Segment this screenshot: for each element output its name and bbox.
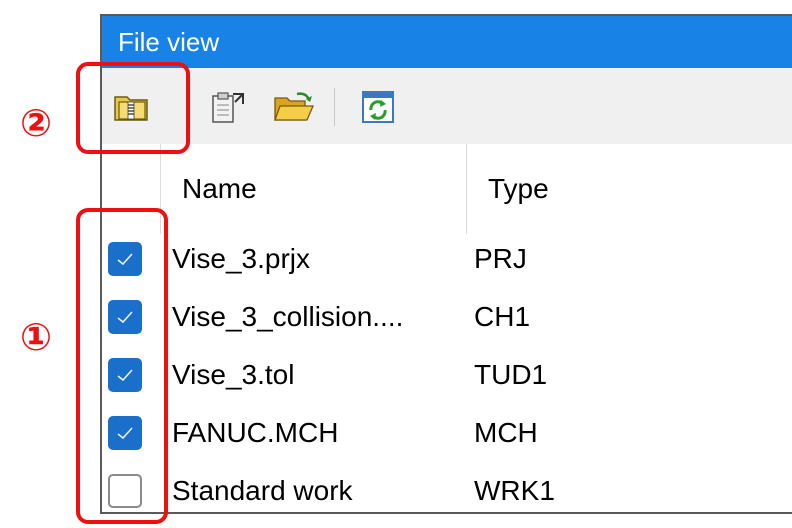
file-name: Vise_3.tol [172,359,295,390]
table-row[interactable]: Vise_3_collision.... CH1 [102,288,792,346]
column-header-name[interactable]: Name [182,144,257,234]
refresh-icon [362,91,394,123]
table-row[interactable]: Vise_3.tol TUD1 [102,346,792,404]
panel-title: File view [102,16,792,68]
table-row[interactable]: Standard work WRK1 [102,462,792,520]
toolbar [102,68,792,144]
column-header-type[interactable]: Type [488,144,549,234]
callout-2-label: ② [20,101,53,145]
file-type: CH1 [474,301,531,332]
annotation-box-toolbar [76,62,190,154]
file-view-panel: File view Name Type Vise_3.prjx PRJ Vise… [100,14,792,514]
file-name: Vise_3_collision.... [172,301,404,332]
open-folder-button[interactable] [272,88,316,126]
column-divider [466,144,467,234]
file-type: WRK1 [474,475,555,506]
file-name: Vise_3.prjx [172,243,311,274]
file-name: FANUC.MCH [172,417,339,448]
file-type: PRJ [474,243,527,274]
open-folder-icon [274,92,314,121]
table-row[interactable]: Vise_3.prjx PRJ [102,230,792,288]
callout-1-label: ① [20,315,53,359]
clipboard-export-icon [212,92,244,123]
file-name: Standard work [172,475,353,506]
toolbar-separator [334,88,335,126]
annotation-box-checkboxes [76,208,168,524]
table-row[interactable]: FANUC.MCH MCH [102,404,792,462]
refresh-button[interactable] [356,88,400,126]
table-header: Name Type [102,144,792,234]
file-type: MCH [474,417,538,448]
export-button[interactable] [206,88,250,126]
file-type: TUD1 [474,359,548,390]
